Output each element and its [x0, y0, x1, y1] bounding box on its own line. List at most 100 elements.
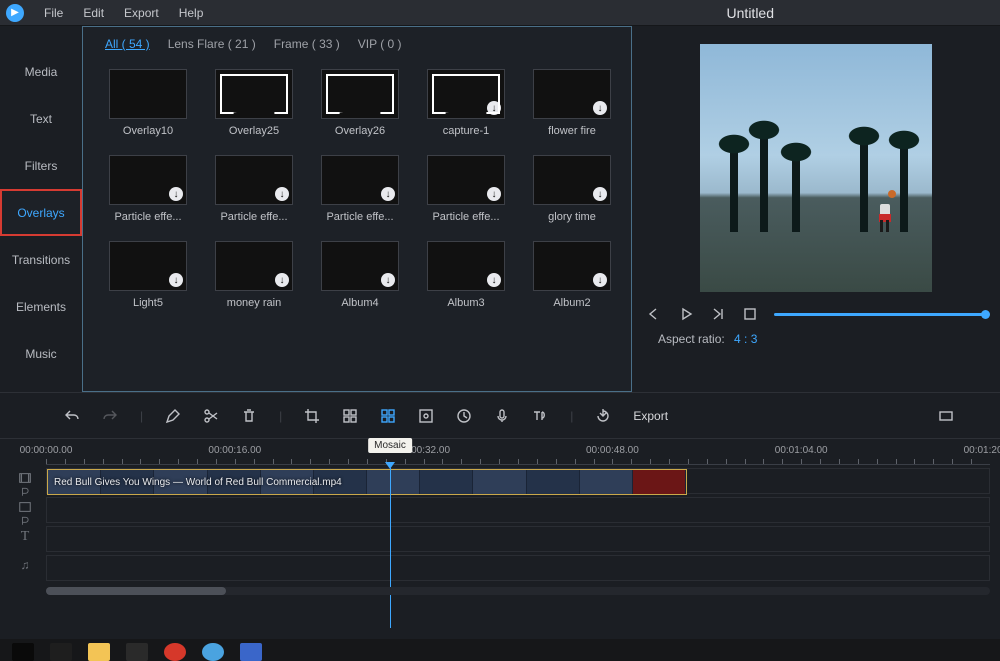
- download-icon[interactable]: ↓: [593, 273, 607, 287]
- crop-button[interactable]: [304, 408, 320, 424]
- download-icon[interactable]: ↓: [593, 187, 607, 201]
- taskbar-search[interactable]: [50, 643, 72, 661]
- sidebar-item-music[interactable]: Music: [0, 330, 82, 377]
- download-icon[interactable]: ↓: [593, 101, 607, 115]
- overlay-item-label: Overlay26: [335, 125, 385, 137]
- taskbar-start[interactable]: [12, 643, 34, 661]
- library-tabs: All ( 54 ) Lens Flare ( 21 ) Frame ( 33 ) V…: [83, 27, 631, 57]
- taskbar-explorer[interactable]: [88, 643, 110, 661]
- overlay-item-14[interactable]: ↓Album2: [533, 241, 611, 309]
- overlay-item-label: capture-1: [443, 125, 489, 137]
- overlay-item-9[interactable]: ↓glory time: [533, 155, 611, 223]
- overlay-item-label: Light5: [133, 297, 163, 309]
- download-icon[interactable]: ↓: [487, 273, 501, 287]
- download-icon[interactable]: ↓: [487, 101, 501, 115]
- menu-file[interactable]: File: [34, 3, 73, 23]
- overlay-item-label: Album4: [341, 297, 378, 309]
- taskbar-store[interactable]: [126, 643, 148, 661]
- download-icon[interactable]: ↓: [487, 187, 501, 201]
- aspect-value[interactable]: 4 : 3: [734, 332, 757, 346]
- overlay-item-8[interactable]: ↓Particle effe...: [427, 155, 505, 223]
- menu-bar: ▶ File Edit Export Help Untitled: [0, 0, 1000, 26]
- app-icon: ▶: [6, 4, 24, 22]
- menu-help[interactable]: Help: [169, 3, 214, 23]
- track-overlay[interactable]: [46, 497, 990, 523]
- clip-title: Red Bull Gives You Wings — World of Red …: [54, 477, 342, 488]
- overlay-item-4[interactable]: ↓ flower fire: [533, 69, 611, 137]
- os-taskbar: [0, 639, 1000, 661]
- track-music[interactable]: ♫: [46, 555, 990, 581]
- download-icon[interactable]: ↓: [169, 273, 183, 287]
- tts-button[interactable]: [532, 408, 548, 424]
- record-button[interactable]: [418, 408, 434, 424]
- overlay-grid[interactable]: Overlay10 Overlay25 Overlay26 ↓ capture-1 ↓ fl…: [83, 57, 631, 317]
- overlay-item-5[interactable]: ↓Particle effe...: [109, 155, 187, 223]
- split-button[interactable]: [203, 408, 219, 424]
- menu-export[interactable]: Export: [114, 3, 169, 23]
- download-icon[interactable]: ↓: [381, 273, 395, 287]
- overlay-item-3[interactable]: ↓ capture-1: [427, 69, 505, 137]
- download-icon[interactable]: ↓: [275, 273, 289, 287]
- seek-bar[interactable]: [774, 313, 986, 316]
- overlay-item-13[interactable]: ↓Album3: [427, 241, 505, 309]
- mosaic-button[interactable]: [342, 408, 358, 424]
- redo-button[interactable]: [102, 408, 118, 424]
- download-icon[interactable]: ↓: [169, 187, 183, 201]
- track-video[interactable]: Red Bull Gives You Wings — World of Red …: [46, 468, 990, 494]
- library-tab-1[interactable]: Lens Flare ( 21 ): [168, 37, 256, 51]
- export-label[interactable]: Export: [633, 409, 668, 423]
- next-frame-button[interactable]: [710, 306, 726, 322]
- library-tab-3[interactable]: VIP ( 0 ): [358, 37, 402, 51]
- pen-icon[interactable]: [165, 408, 181, 424]
- mosaic-blue-button[interactable]: [380, 408, 396, 424]
- undo-button[interactable]: [64, 408, 80, 424]
- ruler-mark: 00:00:00.00: [20, 445, 73, 456]
- timeline: 00:00:00.0000:00:16.0000:00:32.0000:00:4…: [0, 438, 1000, 595]
- track-text[interactable]: T: [46, 526, 990, 552]
- stop-button[interactable]: [742, 306, 758, 322]
- overlay-item-2[interactable]: Overlay26: [321, 69, 399, 137]
- download-icon[interactable]: ↓: [275, 187, 289, 201]
- playhead[interactable]: Mosaic: [390, 468, 391, 628]
- library-tab-0[interactable]: All ( 54 ): [105, 37, 150, 51]
- voiceover-button[interactable]: [494, 408, 510, 424]
- overlay-item-label: flower fire: [548, 125, 596, 137]
- overlay-item-label: Particle effe...: [326, 211, 393, 223]
- export-icon[interactable]: [595, 408, 611, 424]
- taskbar-app1[interactable]: [164, 643, 186, 661]
- prev-frame-button[interactable]: [646, 306, 662, 322]
- play-button[interactable]: [678, 306, 694, 322]
- sidebar-item-transitions[interactable]: Transitions: [0, 236, 82, 283]
- menu-edit[interactable]: Edit: [73, 3, 114, 23]
- tool-tooltip: Mosaic: [368, 438, 412, 453]
- overlay-item-10[interactable]: ↓ Light5: [109, 241, 187, 309]
- overlay-item-7[interactable]: ↓ Particle effe...: [321, 155, 399, 223]
- aspect-label-text: Aspect ratio:: [658, 332, 725, 346]
- timeline-scrollbar[interactable]: [46, 587, 990, 595]
- download-icon[interactable]: ↓: [381, 187, 395, 201]
- sidebar-item-media[interactable]: Media: [0, 48, 82, 95]
- sidebar-item-text[interactable]: Text: [0, 95, 82, 142]
- timeline-ruler[interactable]: 00:00:00.0000:00:16.0000:00:32.0000:00:4…: [46, 445, 990, 465]
- overlay-item-0[interactable]: Overlay10: [109, 69, 187, 137]
- overlay-item-label: Album2: [553, 297, 590, 309]
- overlay-item-6[interactable]: ↓Particle effe...: [215, 155, 293, 223]
- sidebar-item-overlays[interactable]: Overlays: [0, 189, 82, 236]
- overlay-item-12[interactable]: ↓Album4: [321, 241, 399, 309]
- duration-button[interactable]: [456, 408, 472, 424]
- delete-button[interactable]: [241, 408, 257, 424]
- clip-video[interactable]: Red Bull Gives You Wings — World of Red …: [47, 469, 687, 495]
- taskbar-app2[interactable]: [202, 643, 224, 661]
- preview-viewport[interactable]: [700, 44, 932, 292]
- overlay-item-11[interactable]: ↓ money rain: [215, 241, 293, 309]
- library-tab-2[interactable]: Frame ( 33 ): [274, 37, 340, 51]
- fit-screen-button[interactable]: [938, 408, 954, 424]
- overlay-item-1[interactable]: Overlay25: [215, 69, 293, 137]
- taskbar-app3[interactable]: [240, 643, 262, 661]
- sidebar-item-filters[interactable]: Filters: [0, 142, 82, 189]
- overlay-item-label: money rain: [227, 297, 281, 309]
- editing-toolbar: | | | Export: [0, 392, 1000, 438]
- sidebar-item-elements[interactable]: Elements: [0, 283, 82, 330]
- document-title: Untitled: [727, 5, 994, 21]
- aspect-ratio-label: Aspect ratio: 4 : 3: [640, 332, 757, 346]
